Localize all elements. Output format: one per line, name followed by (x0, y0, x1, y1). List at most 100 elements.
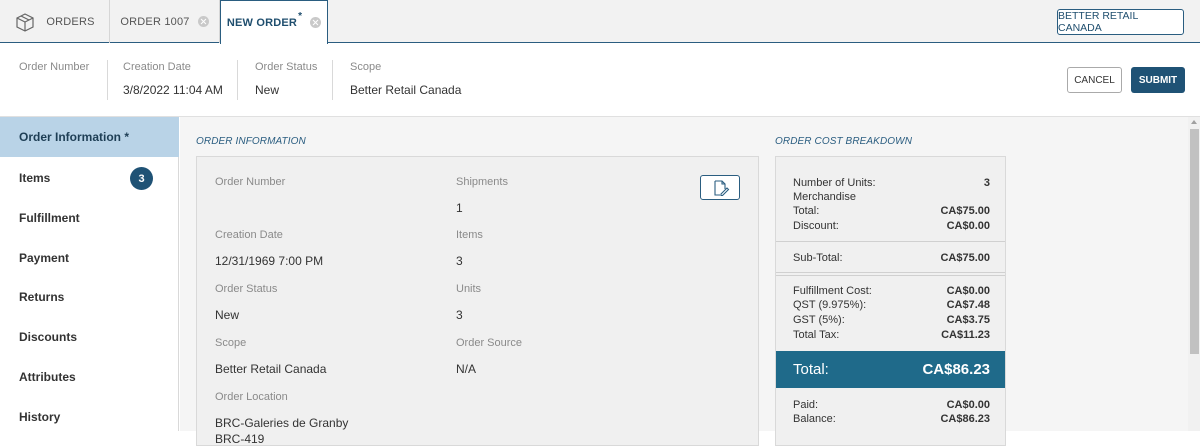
edit-document-icon (714, 179, 730, 196)
cost-total-tax: Total Tax: CA$11.23 (793, 328, 990, 342)
field-value: 3 (456, 254, 463, 268)
cost-label: Sub-Total: (793, 252, 843, 264)
header-order-number: Order Number (19, 61, 89, 83)
sidebar-item-history[interactable]: History (0, 397, 179, 437)
cost-total-bar: Total: CA$86.23 (776, 351, 1005, 388)
sidebar-item-label: Order Information * (19, 130, 130, 144)
cost-label: Merchandise (793, 191, 856, 203)
cost-value: CA$0.00 (946, 285, 990, 297)
cost-discount: Discount: CA$0.00 (793, 219, 990, 233)
cost-label: Total Tax: (793, 329, 840, 341)
field-order-status: Order Status New (215, 283, 277, 322)
items-count-badge: 3 (130, 167, 153, 190)
main-content: ORDER INFORMATION Order Number Shipments… (180, 117, 1188, 446)
order-information-title: ORDER INFORMATION (196, 136, 306, 147)
sidebar-item-attributes[interactable]: Attributes (0, 357, 179, 397)
header-scope-value: Better Retail Canada (350, 83, 462, 97)
cost-value: CA$75.00 (940, 205, 990, 217)
cost-label: Total: (793, 205, 820, 217)
field-scope: Scope Better Retail Canada (215, 337, 326, 376)
scrollbar-thumb[interactable] (1190, 129, 1199, 354)
submit-button[interactable]: SUBMIT (1131, 67, 1185, 93)
field-value: BRC-Galeries de Granby (215, 416, 349, 430)
field-label: Items (456, 229, 483, 241)
tab-new-order-label: NEW ORDER (226, 16, 298, 29)
sidebar: Order Information * Items 3 Fulfillment … (0, 117, 179, 431)
sidebar-item-payment[interactable]: Payment (0, 238, 179, 278)
cost-fulfillment: Fulfillment Cost: CA$0.00 (793, 284, 990, 298)
field-label: Order Source (456, 337, 523, 349)
order-information-panel: Order Number Shipments 1 Creation Date 1… (196, 156, 759, 446)
vertical-scrollbar[interactable] (1188, 117, 1200, 431)
field-shipments: Shipments 1 (456, 176, 508, 215)
divider (332, 60, 333, 100)
field-value: 3 (456, 308, 463, 322)
close-icon[interactable] (310, 17, 322, 28)
sidebar-item-label: Payment (19, 251, 70, 265)
field-label: Order Location (215, 391, 288, 403)
field-label: Order Status (215, 283, 278, 295)
header-order-status: Order Status New (255, 61, 317, 97)
order-cost-breakdown-panel: Number of Units: 3 Merchandise Total: CA… (775, 156, 1006, 446)
field-label: Shipments (456, 176, 508, 188)
field-items: Items 3 (456, 229, 483, 268)
sidebar-item-label: Fulfillment (19, 211, 80, 225)
cost-label: Balance: (793, 413, 836, 425)
cost-gst: GST (5%): CA$3.75 (793, 313, 990, 327)
tab-orders[interactable]: ORDERS (0, 0, 110, 43)
cost-value: CA$75.00 (940, 252, 990, 264)
cost-label: Number of Units: (793, 177, 876, 189)
tab-orders-label: ORDERS (46, 15, 95, 28)
cost-value: CA$7.48 (946, 299, 990, 311)
cost-label: QST (9.975%): (793, 299, 867, 311)
cost-label: Discount: (793, 220, 839, 232)
header-scope-label: Scope (350, 61, 382, 73)
total-label: Total: (793, 361, 829, 378)
field-value: N/A (456, 362, 477, 376)
tab-new-order[interactable]: NEW ORDER * (220, 0, 328, 44)
edit-order-button[interactable] (700, 175, 740, 200)
cost-value: 3 (983, 177, 990, 189)
header-creation-date-value: 3/8/2022 11:04 AM (123, 83, 223, 97)
order-cost-breakdown-title: ORDER COST BREAKDOWN (775, 136, 913, 147)
cost-merchandise: Merchandise (793, 190, 990, 204)
sidebar-item-label: Items (19, 171, 51, 185)
cost-paid: Paid: CA$0.00 (793, 398, 990, 412)
sidebar-item-returns[interactable]: Returns (0, 277, 179, 317)
box-icon (16, 12, 34, 32)
tab-order-1007[interactable]: ORDER 1007 (110, 0, 220, 43)
sidebar-item-fulfillment[interactable]: Fulfillment (0, 198, 179, 238)
divider (776, 272, 1005, 273)
cost-label: Paid: (793, 399, 819, 411)
sidebar-item-label: Attributes (19, 370, 76, 384)
cost-value: CA$3.75 (946, 314, 990, 326)
header-order-status-value: New (255, 83, 280, 97)
field-value: Better Retail Canada (215, 362, 327, 376)
field-label: Scope (215, 337, 247, 349)
sidebar-item-order-information[interactable]: Order Information * (0, 117, 179, 157)
field-value: 12/31/1969 7:00 PM (215, 254, 324, 268)
scroll-up-arrow-icon[interactable] (1191, 120, 1197, 124)
cancel-button[interactable]: CANCEL (1067, 67, 1122, 93)
cost-qst: QST (9.975%): CA$7.48 (793, 298, 990, 312)
divider (107, 60, 108, 100)
sidebar-item-label: Returns (19, 290, 65, 304)
field-order-source: Order Source N/A (456, 337, 522, 376)
field-order-number: Order Number (215, 176, 285, 201)
cost-value: CA$0.00 (946, 220, 990, 232)
retail-scope-button[interactable]: BETTER RETAIL CANADA (1057, 9, 1184, 35)
header-order-number-label: Order Number (19, 61, 90, 73)
field-label: Units (456, 283, 482, 295)
field-value: New (215, 308, 240, 322)
cost-label: Fulfillment Cost: (793, 285, 872, 297)
header-order-status-label: Order Status (255, 61, 318, 73)
sidebar-item-items[interactable]: Items 3 (0, 158, 179, 198)
cost-value: CA$0.00 (946, 399, 990, 411)
order-header: Order Number Creation Date 3/8/2022 11:0… (0, 44, 1200, 117)
field-value: 1 (456, 201, 463, 215)
field-units: Units 3 (456, 283, 481, 322)
field-value-secondary: BRC-419 (215, 432, 265, 446)
close-icon[interactable] (197, 16, 209, 27)
sidebar-item-discounts[interactable]: Discounts (0, 317, 179, 357)
tab-order-1007-label: ORDER 1007 (120, 15, 190, 28)
